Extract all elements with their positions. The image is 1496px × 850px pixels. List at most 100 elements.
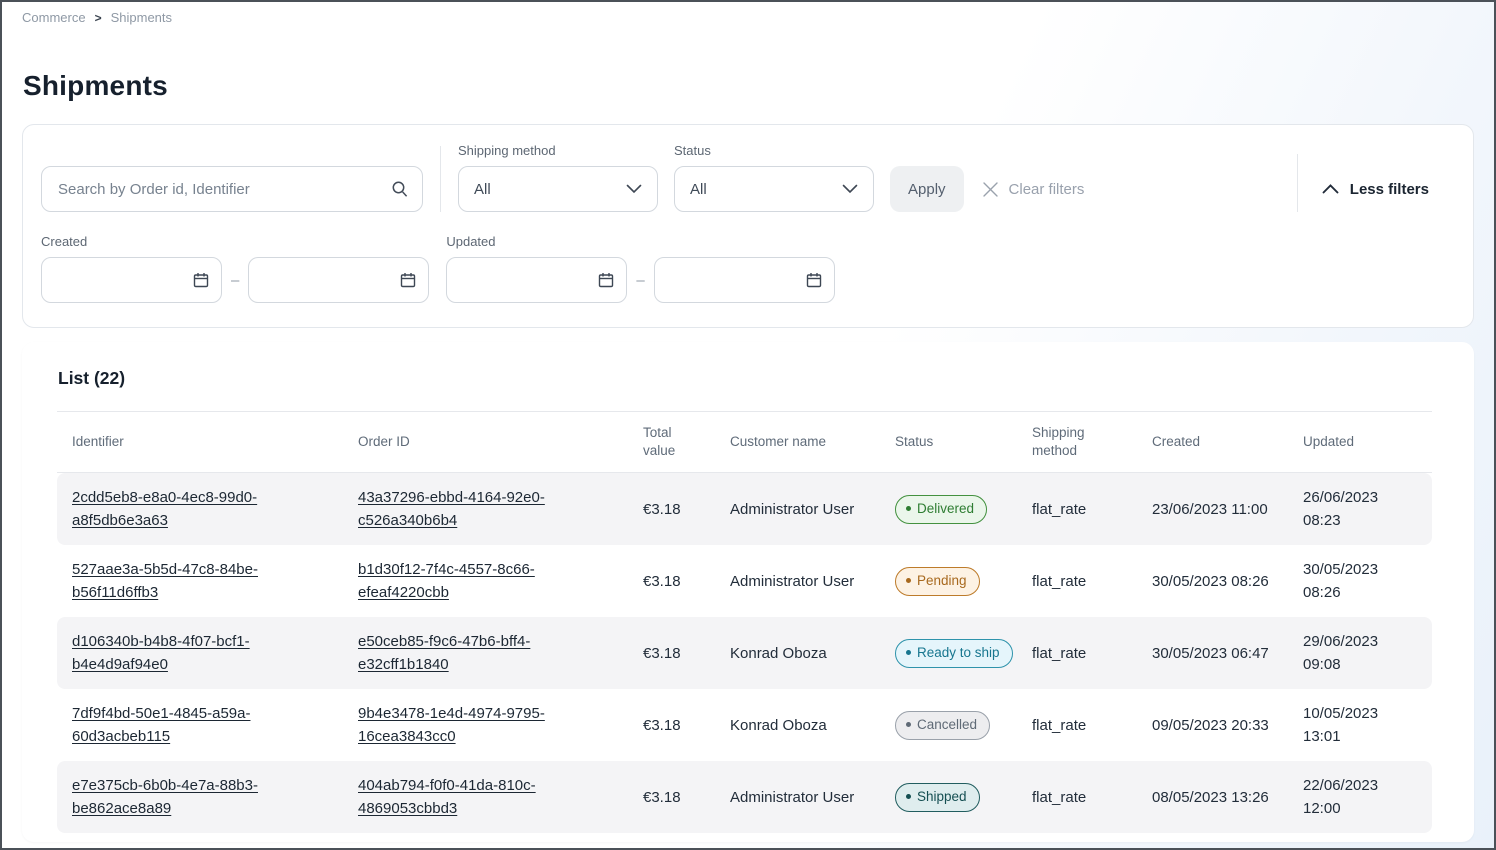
total-value-cell: €3.18: [628, 761, 715, 833]
identifier-link[interactable]: e7e375cb-6b0b-4e7a-88b3-be862ace8a89: [72, 774, 328, 821]
column-header-total-value: Total value: [628, 412, 715, 472]
order-id-link[interactable]: 9b4e3478-1e4d-4974-9795-16cea3843cc0: [358, 702, 613, 749]
created-from-input[interactable]: [41, 257, 222, 303]
identifier-cell: 7df9f4bd-50e1-4845-a59a-60d3acbeb115: [57, 689, 343, 761]
order-id-cell: 9b4e3478-1e4d-4974-9795-16cea3843cc0: [343, 689, 628, 761]
status-badge-label: Delivered: [917, 500, 974, 518]
table-body: 2cdd5eb8-e8a0-4ec8-99d0-a8f5db6e3a63 43a…: [57, 473, 1432, 833]
column-header-order-id: Order ID: [343, 412, 628, 472]
chevron-down-icon: [842, 184, 858, 194]
table-header-row: IdentifierOrder IDTotal valueCustomer na…: [57, 411, 1432, 473]
status-badge: Pending: [895, 567, 980, 596]
table-row: 2cdd5eb8-e8a0-4ec8-99d0-a8f5db6e3a63 43a…: [57, 473, 1432, 545]
status-badge-label: Pending: [917, 572, 967, 590]
status-dot-icon: [906, 794, 911, 799]
order-id-cell: e50ceb85-f9c6-47b6-bff4-e32cff1b1840: [343, 617, 628, 689]
identifier-link[interactable]: 527aae3a-5b5d-47c8-84be-b56f11d6ffb3: [72, 558, 328, 605]
column-header-updated: Updated: [1288, 412, 1432, 472]
identifier-link[interactable]: 2cdd5eb8-e8a0-4ec8-99d0-a8f5db6e3a63: [72, 486, 328, 533]
shipping-method-cell: flat_rate: [1017, 617, 1137, 689]
filters-row-dates: Created –: [41, 234, 1429, 303]
shipping-method-cell: flat_rate: [1017, 473, 1137, 545]
filter-divider: [1297, 154, 1298, 212]
status-cell: Ready to ship: [880, 617, 1017, 689]
updated-cell: 29/06/2023 09:08: [1288, 617, 1432, 689]
chevron-down-icon: [626, 184, 642, 194]
updated-to-input[interactable]: [654, 257, 835, 303]
updated-cell: 26/06/2023 08:23: [1288, 473, 1432, 545]
total-value-cell: €3.18: [628, 689, 715, 761]
table-row: d106340b-b4b8-4f07-bcf1-b4e4d9af94e0 e50…: [57, 617, 1432, 689]
status-field: Status All: [674, 143, 874, 212]
status-cell: Cancelled: [880, 689, 1017, 761]
status-dot-icon: [906, 650, 911, 655]
column-header-created: Created: [1137, 412, 1288, 472]
updated-range-label: Updated: [446, 234, 834, 249]
breadcrumb-item-shipments[interactable]: Shipments: [111, 10, 172, 25]
clear-filters-label: Clear filters: [1009, 181, 1085, 198]
clear-filters-button[interactable]: Clear filters: [982, 166, 1085, 212]
created-to-field: [248, 257, 429, 303]
order-id-cell: b1d30f12-7f4c-4557-8c66-efeaf4220cbb: [343, 545, 628, 617]
less-filters-button[interactable]: Less filters: [1322, 166, 1429, 212]
status-dot-icon: [906, 722, 911, 727]
column-header-customer-name: Customer name: [715, 412, 880, 472]
order-id-link[interactable]: e50ceb85-f9c6-47b6-bff4-e32cff1b1840: [358, 630, 613, 677]
updated-cell: 30/05/2023 08:26: [1288, 545, 1432, 617]
filters-panel: Shipping method All Status All: [22, 124, 1474, 328]
shipping-method-label: Shipping method: [458, 143, 658, 158]
shipping-method-select[interactable]: All: [458, 166, 658, 212]
updated-range-field: Updated –: [446, 234, 834, 303]
breadcrumb-separator-icon: >: [95, 11, 102, 25]
order-id-link[interactable]: 43a37296-ebbd-4164-92e0-c526a340b6b4: [358, 486, 613, 533]
identifier-link[interactable]: d106340b-b4b8-4f07-bcf1-b4e4d9af94e0: [72, 630, 328, 677]
shipping-method-value: All: [474, 181, 491, 198]
close-icon: [982, 181, 999, 198]
list-panel: List (22) IdentifierOrder IDTotal valueC…: [22, 342, 1474, 842]
identifier-cell: e7e375cb-6b0b-4e7a-88b3-be862ace8a89: [57, 761, 343, 833]
status-badge-label: Ready to ship: [917, 644, 1000, 662]
identifier-link[interactable]: 7df9f4bd-50e1-4845-a59a-60d3acbeb115: [72, 702, 328, 749]
status-select[interactable]: All: [674, 166, 874, 212]
breadcrumb-item-commerce[interactable]: Commerce: [22, 10, 86, 25]
shipping-method-cell: flat_rate: [1017, 689, 1137, 761]
total-value-cell: €3.18: [628, 545, 715, 617]
apply-button[interactable]: Apply: [890, 166, 964, 212]
updated-from-input[interactable]: [446, 257, 627, 303]
identifier-cell: 527aae3a-5b5d-47c8-84be-b56f11d6ffb3: [57, 545, 343, 617]
status-badge: Ready to ship: [895, 639, 1013, 668]
status-badge: Cancelled: [895, 711, 990, 740]
identifier-cell: d106340b-b4b8-4f07-bcf1-b4e4d9af94e0: [57, 617, 343, 689]
status-badge-label: Cancelled: [917, 716, 977, 734]
customer-name-cell: Administrator User: [715, 761, 880, 833]
status-cell: Pending: [880, 545, 1017, 617]
search-input[interactable]: [41, 166, 423, 212]
status-label: Status: [674, 143, 874, 158]
shipping-method-cell: flat_rate: [1017, 761, 1137, 833]
range-separator: –: [636, 272, 644, 289]
customer-name-cell: Konrad Oboza: [715, 689, 880, 761]
order-id-cell: 43a37296-ebbd-4164-92e0-c526a340b6b4: [343, 473, 628, 545]
created-cell: 30/05/2023 08:26: [1137, 545, 1288, 617]
created-to-input[interactable]: [248, 257, 429, 303]
updated-cell: 10/05/2023 13:01: [1288, 689, 1432, 761]
table-row: 527aae3a-5b5d-47c8-84be-b56f11d6ffb3 b1d…: [57, 545, 1432, 617]
filter-divider: [440, 146, 441, 212]
filters-row-main: Shipping method All Status All: [41, 143, 1429, 212]
created-cell: 23/06/2023 11:00: [1137, 473, 1288, 545]
total-value-cell: €3.18: [628, 617, 715, 689]
order-id-link[interactable]: 404ab794-f0f0-41da-810c-4869053cbbd3: [358, 774, 613, 821]
table-row: e7e375cb-6b0b-4e7a-88b3-be862ace8a89 404…: [57, 761, 1432, 833]
customer-name-cell: Konrad Oboza: [715, 617, 880, 689]
shipments-table: IdentifierOrder IDTotal valueCustomer na…: [57, 411, 1432, 833]
search-field: [41, 166, 423, 212]
status-cell: Delivered: [880, 473, 1017, 545]
order-id-link[interactable]: b1d30f12-7f4c-4557-8c66-efeaf4220cbb: [358, 558, 613, 605]
status-dot-icon: [906, 578, 911, 583]
status-dot-icon: [906, 506, 911, 511]
created-cell: 30/05/2023 06:47: [1137, 617, 1288, 689]
status-value: All: [690, 181, 707, 198]
app-window: Commerce > Shipments Shipments Shipping …: [0, 0, 1496, 850]
identifier-cell: 2cdd5eb8-e8a0-4ec8-99d0-a8f5db6e3a63: [57, 473, 343, 545]
chevron-up-icon: [1322, 184, 1339, 194]
